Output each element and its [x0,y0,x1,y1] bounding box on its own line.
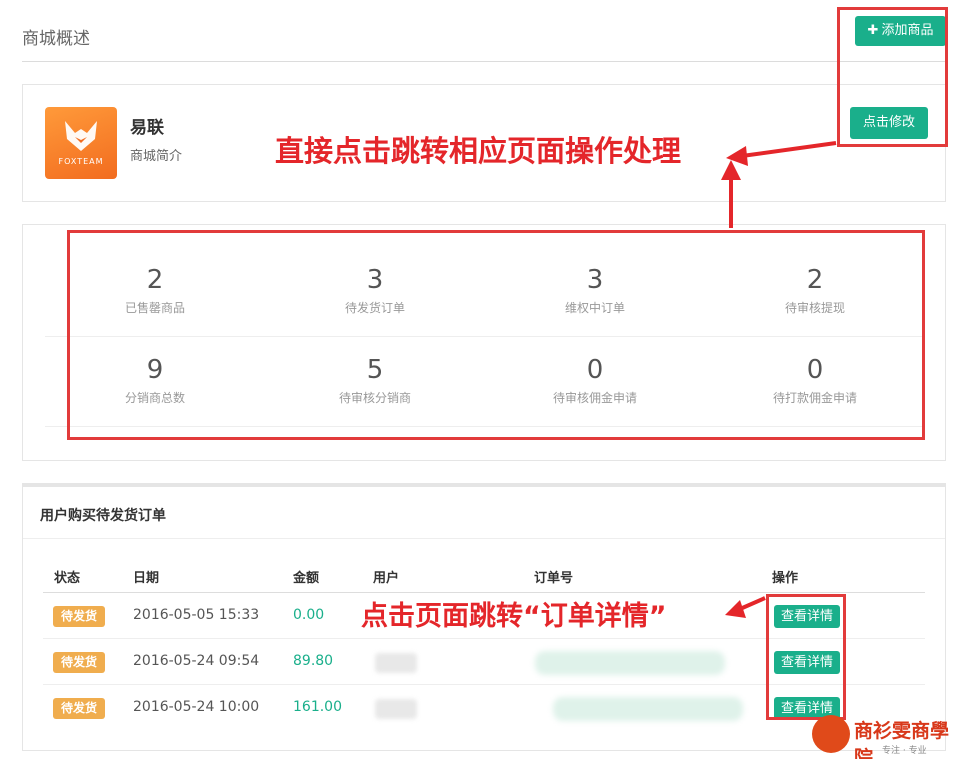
annotation-text-bottom: 点击页面跳转“订单详情” [361,601,667,632]
seal-icon [812,715,850,753]
watermark-subtitle: 专注 · 专业 [882,746,927,756]
annotation-text-top: 直接点击跳转相应页面操作处理 [275,134,682,168]
watermark-logo: 商衫雯商學院 专注 · 专业 [812,713,967,759]
annotation-arrows [721,141,837,618]
